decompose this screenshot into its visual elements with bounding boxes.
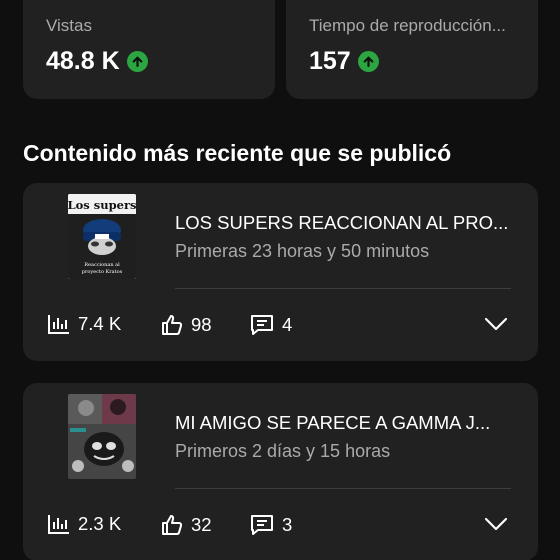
- video-title[interactable]: LOS SUPERS REACCIONAN AL PRO...: [175, 212, 515, 234]
- likes-metric: 32: [160, 513, 212, 537]
- views-stat-card[interactable]: Vistas 48.8 K: [23, 0, 275, 99]
- views-count: 2.3 K: [78, 513, 122, 534]
- thumbs-up-icon: [162, 315, 183, 335]
- views-metric: 2.3 K: [47, 513, 121, 535]
- chevron-down-icon: [484, 517, 508, 531]
- bar-chart-icon: [48, 315, 69, 334]
- bar-chart-icon: [48, 515, 69, 534]
- expand-chevron-button[interactable]: [484, 317, 508, 336]
- comments-metric: 4: [249, 313, 292, 337]
- expand-chevron-button[interactable]: [484, 517, 508, 536]
- svg-text:Reaccionan al: Reaccionan al: [84, 262, 120, 268]
- video-thumbnail[interactable]: [68, 394, 136, 479]
- views-value: 48.8 K: [46, 47, 120, 75]
- video-subtitle: Primeras 23 horas y 50 minutos: [175, 241, 430, 261]
- views-metric: 7.4 K: [47, 313, 121, 335]
- watch-time-value: 157: [309, 47, 351, 75]
- thumbnail-title-text: Los supers: [68, 198, 136, 212]
- video-card[interactable]: MI AMIGO SE PARECE A GAMMA J... Primeros…: [23, 383, 538, 560]
- comment-icon: [251, 315, 273, 335]
- comment-icon: [251, 515, 273, 535]
- likes-metric: 98: [160, 313, 212, 337]
- comments-count: 3: [282, 514, 293, 535]
- views-label: Vistas: [46, 16, 92, 35]
- watch-time-label: Tiempo de reproducción...: [309, 16, 506, 35]
- divider: [175, 288, 511, 289]
- divider: [175, 488, 511, 489]
- video-subtitle: Primeros 2 días y 15 horas: [175, 441, 391, 461]
- video-thumbnail[interactable]: Los supers Reaccionan al proyecto Kratos: [68, 194, 136, 279]
- views-count: 7.4 K: [78, 313, 122, 334]
- chevron-down-icon: [484, 317, 508, 331]
- watch-time-stat-card[interactable]: Tiempo de reproducción... 157: [286, 0, 538, 99]
- likes-count: 32: [191, 514, 212, 535]
- comments-count: 4: [282, 314, 293, 335]
- arrow-up-circle-icon: [126, 51, 148, 72]
- arrow-up-circle-icon: [357, 51, 379, 72]
- thumbs-up-icon: [162, 515, 183, 535]
- section-title: Contenido más reciente que se publicó: [23, 140, 452, 166]
- video-card[interactable]: Los supers Reaccionan al proyecto Kratos…: [23, 183, 538, 361]
- svg-text:proyecto Kratos: proyecto Kratos: [82, 269, 123, 275]
- likes-count: 98: [191, 314, 212, 335]
- comments-metric: 3: [249, 513, 292, 537]
- video-title[interactable]: MI AMIGO SE PARECE A GAMMA J...: [175, 412, 515, 434]
